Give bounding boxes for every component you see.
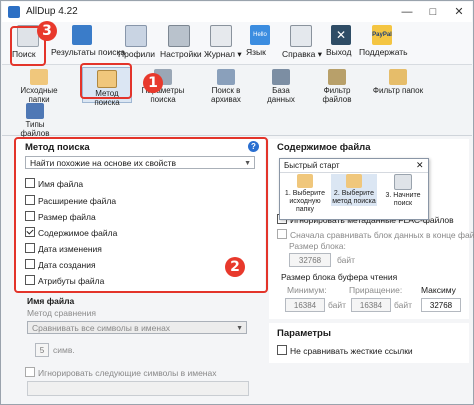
- profiles-icon: [125, 25, 147, 47]
- chars-unit-label: симв.: [53, 345, 75, 355]
- exit-icon: ✕: [331, 25, 351, 45]
- help-icon: [290, 25, 312, 47]
- folder-icon: [30, 69, 48, 85]
- ignore-chars-input[interactable]: [27, 381, 249, 396]
- tab-database[interactable]: База данных: [258, 67, 304, 104]
- title-bar: AllDup 4.22 — □ ✕: [2, 2, 472, 22]
- tab-search-params[interactable]: Параметры поиска: [132, 67, 194, 104]
- toolbar-results-button[interactable]: Результаты поиска: [51, 22, 125, 64]
- toolbar-journal-button[interactable]: Журнал ▾: [204, 22, 242, 64]
- tab-source-folders[interactable]: Исходные папки: [10, 67, 68, 104]
- compare-method-select[interactable]: Сравнивать все символы в именах ▼: [27, 321, 247, 334]
- magnifier-icon: [394, 174, 412, 190]
- block-size-label: Размер блока:: [289, 241, 346, 251]
- folder-filter-icon: [389, 69, 407, 85]
- buffer-inc-input[interactable]: 16384: [351, 298, 391, 312]
- toolbar-help-button[interactable]: Справка ▾: [282, 22, 322, 64]
- language-icon: Hello: [250, 25, 270, 45]
- buffer-max-label: Максиму: [421, 285, 456, 295]
- window-title: AllDup 4.22: [26, 6, 78, 17]
- quick-start-title: Быстрый старт: [284, 161, 340, 170]
- tab-file-filter[interactable]: Фильтр файлов: [308, 67, 366, 104]
- file-name-title: Имя файла: [27, 296, 75, 306]
- buffer-size-label: Размер блока буфера чтения: [281, 272, 398, 282]
- tab-file-types[interactable]: Типы файлов: [10, 101, 60, 138]
- toolbar-settings-button[interactable]: Настройки: [160, 22, 202, 64]
- compare-method-label: Метод сравнения: [27, 308, 96, 318]
- close-icon[interactable]: ✕: [416, 160, 424, 171]
- quick-step-method[interactable]: 2. Выберите метод поиска: [331, 174, 377, 206]
- toolbar-language-button[interactable]: Hello Язык: [246, 22, 274, 64]
- buffer-min-label: Минимум:: [287, 285, 327, 295]
- highlight-search-method-tab: [80, 63, 132, 99]
- chevron-down-icon: ▼: [236, 325, 243, 332]
- tab-folder-filter[interactable]: Фильтр папок: [370, 67, 426, 101]
- chars-count-input[interactable]: 5: [35, 343, 49, 357]
- buffer-min-input[interactable]: 16384: [285, 298, 325, 312]
- callout-2: 2: [225, 257, 245, 277]
- buffer-inc-label: Приращение:: [349, 285, 403, 295]
- block-size-unit: байт: [337, 255, 356, 265]
- results-icon: [72, 25, 92, 45]
- maximize-button[interactable]: □: [420, 4, 446, 20]
- quick-start-popup: Быстрый старт ✕ 1. Выберите исходную пап…: [279, 158, 429, 220]
- ignore-chars-checkbox[interactable]: Игнорировать следующие символы в именах: [25, 367, 216, 378]
- app-logo-icon: [8, 6, 20, 18]
- database-icon: [272, 69, 290, 85]
- toolbar-exit-button[interactable]: ✕ Выход: [326, 22, 356, 64]
- quick-step-source[interactable]: 1. Выберите исходную папку: [282, 174, 328, 214]
- buffer-inc-unit: байт: [394, 300, 413, 310]
- folder-icon: [297, 174, 313, 188]
- file-filter-icon: [328, 69, 346, 85]
- close-button[interactable]: ✕: [446, 4, 472, 20]
- block-size-input[interactable]: 32768: [289, 253, 331, 267]
- archive-icon: [217, 69, 235, 85]
- buffer-min-unit: байт: [328, 300, 347, 310]
- params-title: Параметры: [277, 328, 331, 339]
- tab-search-archives[interactable]: Поиск в архивах: [198, 67, 254, 104]
- callout-3: 3: [37, 21, 57, 41]
- callout-1: 1: [143, 73, 163, 93]
- toolbar-profiles-button[interactable]: Профили: [118, 22, 155, 64]
- file-types-icon: [26, 103, 44, 119]
- main-toolbar: Поиск Результаты поиска Профили Настройк…: [2, 22, 472, 65]
- app-window: AllDup 4.22 — □ ✕ Поиск Результаты поиск…: [0, 0, 474, 405]
- no-hardlinks-checkbox[interactable]: Не сравнивать жесткие ссылки: [277, 345, 413, 356]
- file-content-title: Содержимое файла: [277, 142, 371, 153]
- settings-icon: [168, 25, 190, 47]
- search-method-icon: [346, 174, 362, 188]
- buffer-max-input[interactable]: 32768: [421, 298, 461, 312]
- compare-end-checkbox[interactable]: Сначала сравнивать блок данных в конце ф…: [277, 229, 474, 240]
- minimize-button[interactable]: —: [394, 4, 420, 20]
- toolbar-support-button[interactable]: PayPal Поддержать: [359, 22, 408, 64]
- quick-step-start[interactable]: 3. Начните поиск: [380, 174, 426, 208]
- journal-icon: [210, 25, 232, 47]
- params-panel: Параметры Не сравнивать жесткие ссылки: [269, 323, 469, 363]
- search-options-toolbar: Исходные папки Метод поиска Параметры по…: [2, 65, 472, 138]
- paypal-icon: PayPal: [372, 25, 392, 45]
